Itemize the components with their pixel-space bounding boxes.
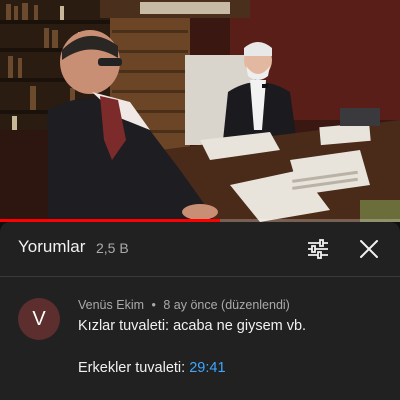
- comments-count: 2,5 B: [96, 240, 129, 256]
- timestamp-link[interactable]: 29:41: [189, 360, 225, 376]
- app-frame: Yorumlar 2,5 B V Venüs Ekim • 8 ay önce …: [0, 0, 400, 400]
- comment-meta: Venüs Ekim • 8 ay önce (düzenlendi): [78, 298, 290, 312]
- comment-text-line2: Erkekler tuvaleti: 29:41: [78, 360, 226, 376]
- meta-separator: •: [151, 298, 156, 312]
- comments-header: Yorumlar 2,5 B: [0, 222, 400, 277]
- avatar-letter: V: [32, 307, 46, 330]
- close-button[interactable]: [355, 235, 383, 263]
- sliders-icon: [308, 239, 328, 259]
- video-player[interactable]: [0, 0, 400, 222]
- comment-item: V Venüs Ekim • 8 ay önce (düzenlendi) Kı…: [0, 292, 400, 400]
- filter-button[interactable]: [304, 235, 332, 263]
- comment-text-prefix: Erkekler tuvaleti:: [78, 360, 186, 376]
- avatar[interactable]: V: [18, 298, 60, 340]
- video-frame: [0, 0, 400, 222]
- comment-text-line1: Kızlar tuvaleti: acaba ne giysem vb.: [78, 318, 307, 334]
- comments-title: Yorumlar: [18, 237, 86, 256]
- comments-panel: Yorumlar 2,5 B V Venüs Ekim • 8 ay önce …: [0, 222, 400, 400]
- comment-time: 8 ay önce (düzenlendi): [163, 298, 290, 312]
- close-icon: [360, 240, 378, 258]
- comment-author[interactable]: Venüs Ekim: [78, 298, 144, 312]
